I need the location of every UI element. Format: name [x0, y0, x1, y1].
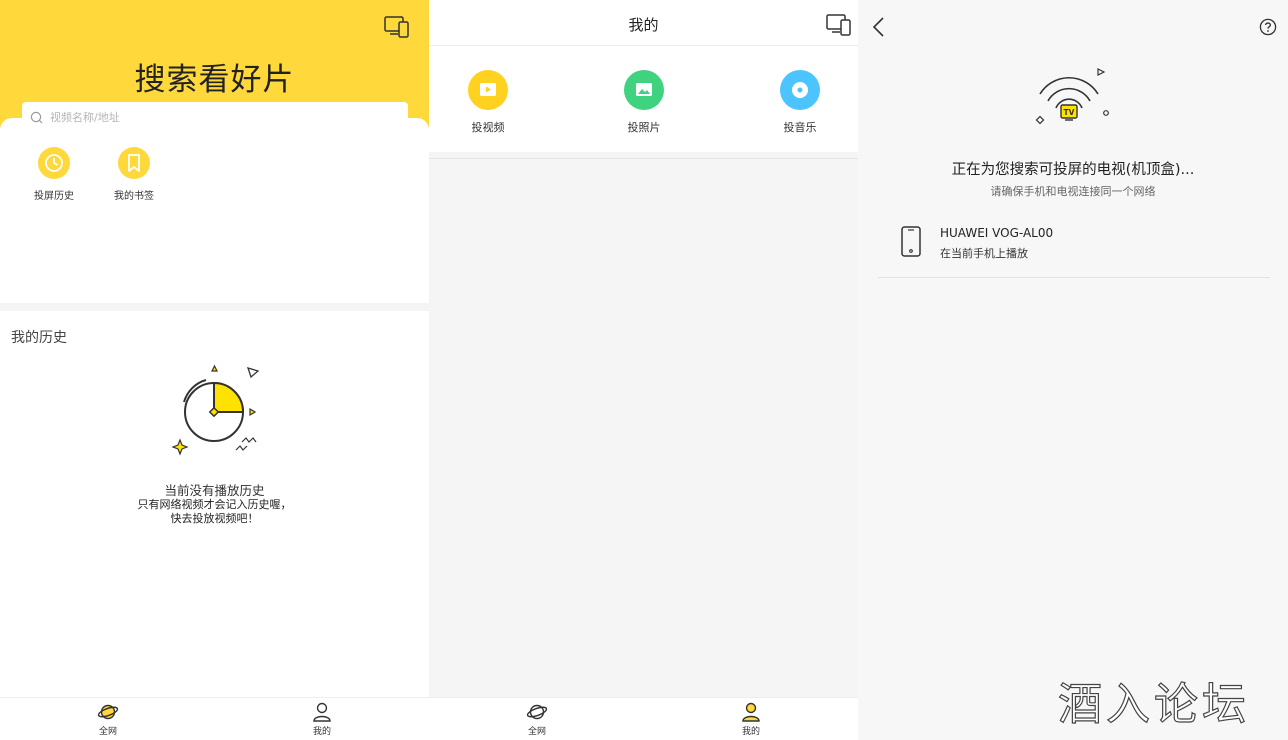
back-button[interactable]: [870, 16, 890, 38]
action-label: 投音乐: [783, 121, 817, 134]
bookmark-icon: [128, 154, 140, 172]
history-heading: 我的历史: [11, 330, 67, 346]
clock-icon: [45, 154, 63, 172]
search-input[interactable]: [50, 106, 390, 128]
tv-badge: TV: [1064, 108, 1075, 117]
cast-screen-icon: [826, 14, 851, 36]
nav-tab-all[interactable]: 全网: [497, 702, 577, 737]
page-title: 搜索看好片: [134, 62, 295, 98]
cast-screen-icon: [384, 16, 409, 38]
device-list-item[interactable]: HUAWEI VOG-AL00 在当前手机上播放: [878, 216, 1270, 278]
nav-tab-mine[interactable]: 我的: [282, 702, 362, 737]
user-icon: [313, 702, 331, 722]
user-icon: [742, 702, 760, 722]
cast-device-button[interactable]: [826, 13, 852, 37]
device-search-screen: TV 正在为您搜索可投屏的电视(机顶盒)... 请确保手机和电视连接同一个网络 …: [858, 0, 1288, 740]
tv-searching-illustration: TV: [1035, 68, 1109, 125]
nav-label: 全网: [527, 727, 546, 737]
nav-tab-all[interactable]: 全网: [68, 702, 148, 737]
header: 我的: [429, 0, 858, 46]
action-label: 投照片: [627, 121, 661, 134]
device-subtitle: 在当前手机上播放: [940, 247, 1028, 260]
bottom-nav: 全网 我的: [0, 697, 429, 740]
cast-history-circle: [38, 147, 70, 179]
empty-state-description: 只有网络视频才会记入历史喔， 快去投放视频吧！: [0, 498, 429, 526]
quick-action-label: 我的书签: [114, 191, 154, 202]
bookmarks-button[interactable]: 我的书签: [104, 147, 164, 202]
forum-watermark: 酒入论坛: [1057, 678, 1250, 730]
cast-video-circle: [468, 70, 508, 110]
bottom-nav: 全网 我的: [429, 697, 858, 740]
empty-desc-line: 只有网络视频才会记入历史喔，: [137, 498, 292, 511]
music-disc-icon: [792, 82, 808, 98]
nav-label: 我的: [312, 727, 331, 737]
cast-device-button[interactable]: [384, 15, 410, 39]
mine-screen: 我的 投视频 投照片 投音乐 全网 我的: [429, 0, 858, 740]
cast-photo-button[interactable]: 投照片: [604, 70, 684, 135]
phone-icon: [901, 226, 921, 257]
searching-title: 正在为您搜索可投屏的电视(机顶盒)...: [951, 162, 1195, 178]
cast-video-button[interactable]: 投视频: [448, 70, 528, 135]
cast-history-button[interactable]: 投屏历史: [24, 147, 84, 202]
section-divider: [429, 158, 858, 159]
home-screen: 搜索看好片 投屏历史 我的书签 我的历史: [0, 0, 429, 740]
cast-photo-circle: [624, 70, 664, 110]
empty-history-illustration: [171, 364, 260, 456]
planet-icon: [526, 704, 548, 720]
quick-action-label: 投屏历史: [34, 191, 74, 202]
bookmarks-circle: [118, 147, 150, 179]
section-divider: [0, 303, 429, 311]
searching-subtitle: 请确保手机和电视连接同一个网络: [990, 185, 1156, 198]
cast-actions: 投视频 投照片 投音乐: [429, 46, 858, 152]
action-label: 投视频: [471, 121, 505, 134]
cast-music-button[interactable]: 投音乐: [760, 70, 840, 135]
planet-icon: [97, 704, 119, 720]
quick-actions-card: [0, 118, 429, 304]
cast-music-circle: [780, 70, 820, 110]
nav-label: 我的: [741, 727, 760, 737]
device-name: HUAWEI VOG-AL00: [940, 226, 1054, 240]
video-play-icon: [480, 83, 496, 96]
search-icon: [30, 111, 43, 124]
photo-icon: [636, 83, 652, 96]
empty-desc-line: 快去投放视频吧！: [170, 512, 259, 525]
page-title: 我的: [628, 16, 659, 34]
nav-label: 全网: [98, 727, 117, 737]
question-icon: [1259, 18, 1277, 36]
nav-tab-mine[interactable]: 我的: [711, 702, 791, 737]
help-button[interactable]: [1259, 18, 1277, 36]
empty-state-title: 当前没有播放历史: [164, 483, 265, 498]
chevron-left-icon: [872, 17, 884, 37]
search-bar[interactable]: [22, 102, 408, 132]
